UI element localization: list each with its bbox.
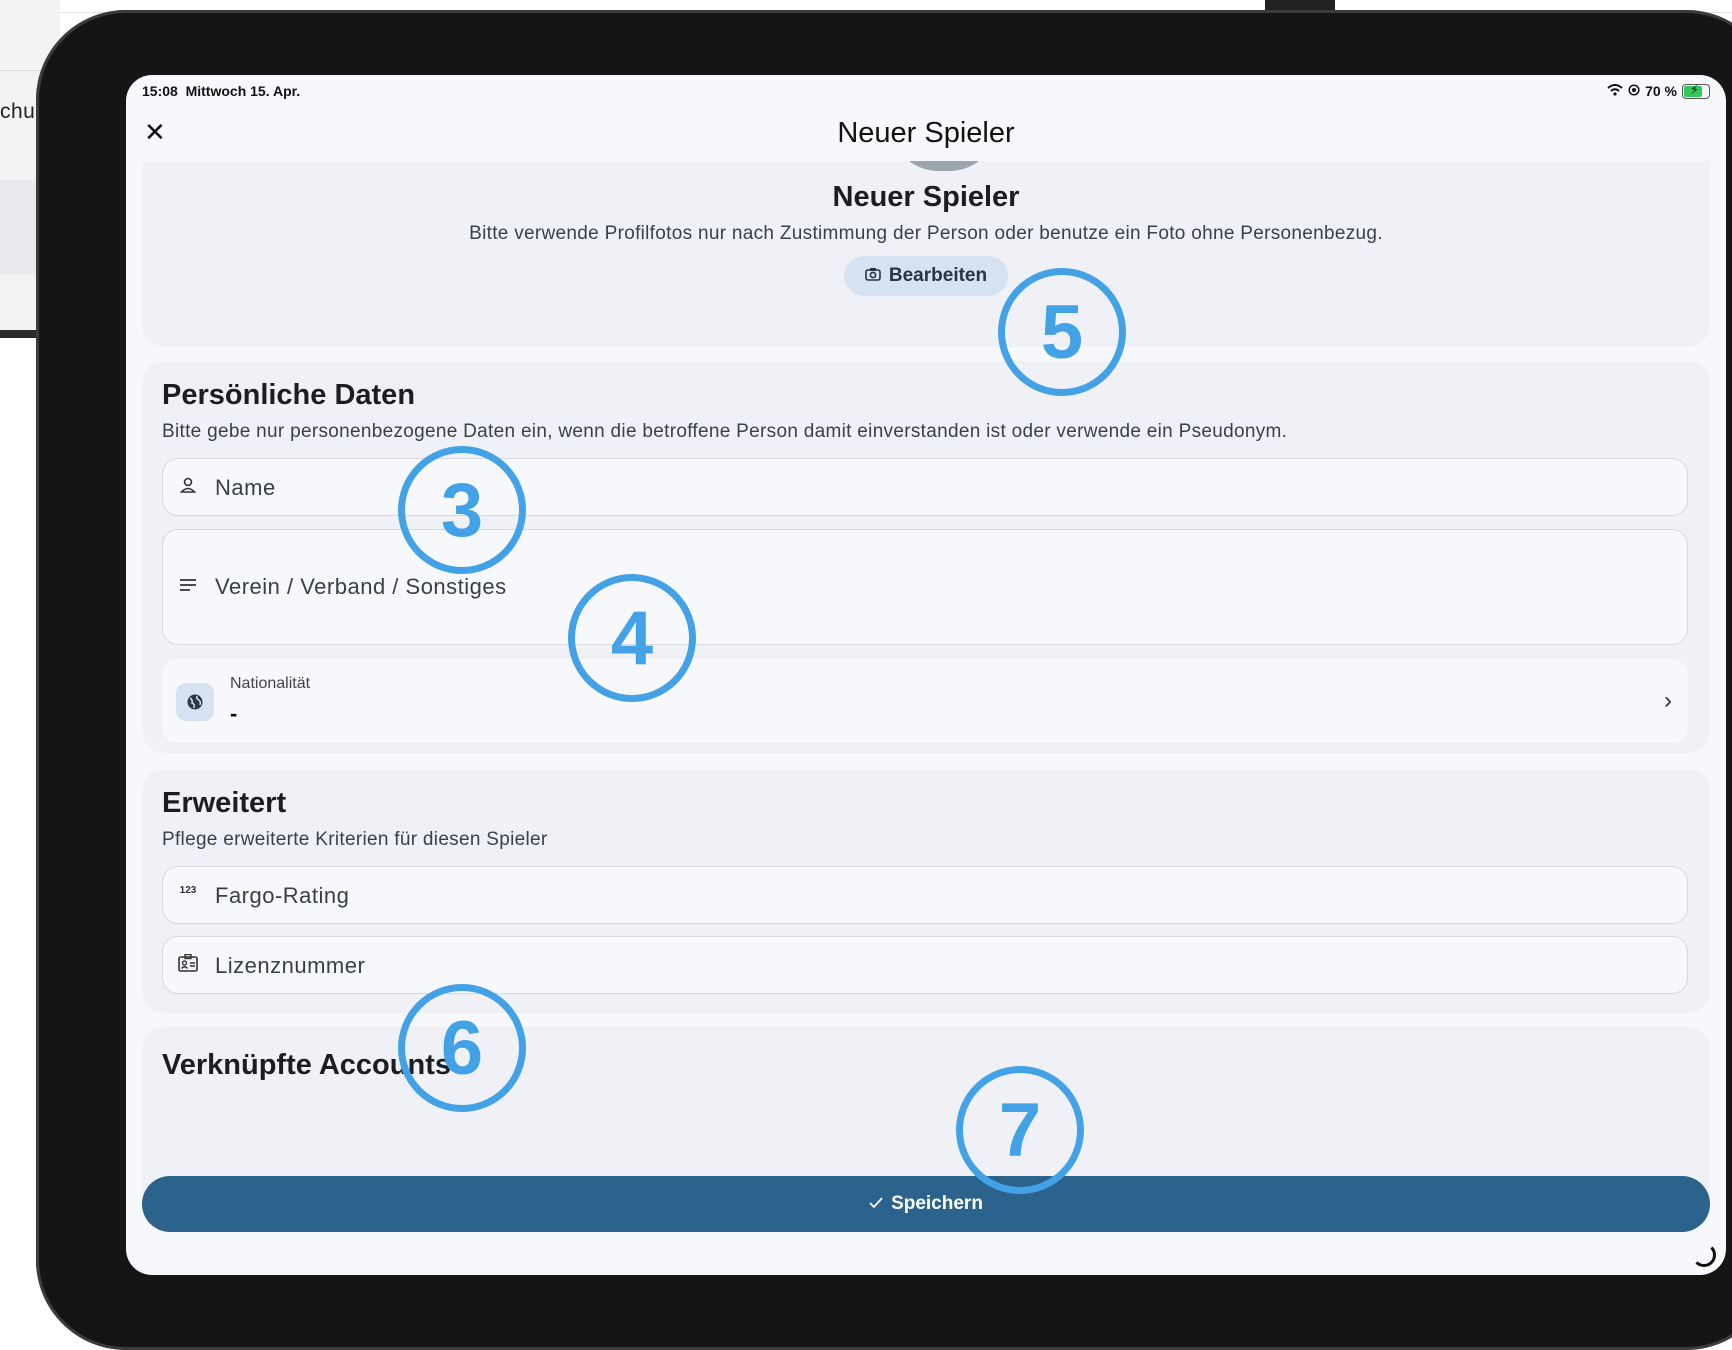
nationality-value: - xyxy=(230,701,238,726)
edit-photo-label: Bearbeiten xyxy=(888,265,988,286)
club-placeholder: Verein / Verband / Sonstiges xyxy=(215,574,507,599)
fargo-rating-field[interactable]: 123 Fargo-Rating xyxy=(162,866,1688,924)
background-window-text: chu xyxy=(0,100,36,123)
edit-photo-button[interactable]: Bearbeiten xyxy=(844,256,1008,296)
nationality-row[interactable]: Nationalität - › xyxy=(162,659,1688,743)
text-lines-icon xyxy=(177,576,199,597)
app-screen: 15:08 Mittwoch 15. Apr. 70 % ⚡ ✕ Neuer S… xyxy=(126,75,1726,1275)
tablet-device: 15:08 Mittwoch 15. Apr. 70 % ⚡ ✕ Neuer S… xyxy=(36,10,1732,1350)
battery-icon: ⚡ xyxy=(1682,82,1710,99)
battery-percent: 70 % xyxy=(1645,83,1677,99)
profile-card: Neuer Spieler Bitte verwende Profilfotos… xyxy=(142,161,1710,347)
id-badge-icon xyxy=(177,953,199,977)
personal-data-card: Persönliche Daten Bitte gebe nur persone… xyxy=(142,361,1710,753)
wifi-icon xyxy=(1607,83,1623,99)
name-placeholder: Name xyxy=(215,475,276,500)
numbers-icon: 123 xyxy=(179,885,197,896)
club-field[interactable]: Verein / Verband / Sonstiges xyxy=(162,529,1688,645)
status-time: 15:08 xyxy=(142,83,178,99)
annotation-marker-3: 3 xyxy=(398,446,526,574)
focus-icon xyxy=(1628,83,1640,99)
chevron-right-icon: › xyxy=(1664,687,1672,714)
license-number-field[interactable]: Lizenznummer xyxy=(162,936,1688,994)
license-number-placeholder: Lizenznummer xyxy=(215,953,366,978)
status-date: Mittwoch 15. Apr. xyxy=(185,83,301,99)
camera-icon xyxy=(865,265,881,287)
profile-photo-hint: Bitte verwende Profilfotos nur nach Zust… xyxy=(469,223,1383,244)
annotation-marker-4: 4 xyxy=(568,574,696,702)
avatar[interactable] xyxy=(889,161,999,171)
page-title: Neuer Spieler xyxy=(837,117,1015,149)
loading-indicator-icon xyxy=(1692,1243,1716,1267)
status-bar: 15:08 Mittwoch 15. Apr. 70 % ⚡ xyxy=(142,82,1710,105)
globe-icon xyxy=(176,683,214,721)
navigation-bar: ✕ Neuer Spieler xyxy=(126,105,1726,161)
section-title-personal: Persönliche Daten xyxy=(162,379,416,411)
annotation-marker-6: 6 xyxy=(398,984,526,1112)
annotation-marker-7: 7 xyxy=(956,1066,1084,1194)
scroll-content[interactable]: Neuer Spieler Bitte verwende Profilfotos… xyxy=(126,161,1726,1231)
fargo-rating-placeholder: Fargo-Rating xyxy=(215,883,350,908)
section-subtitle-extended: Pflege erweiterte Kriterien für diesen S… xyxy=(162,829,548,850)
checkmark-icon xyxy=(869,1193,883,1215)
section-title-extended: Erweitert xyxy=(162,787,287,819)
save-label: Speichern xyxy=(891,1193,983,1214)
nationality-label: Nationalität xyxy=(230,675,311,692)
status-indicators: 70 % ⚡ xyxy=(1607,82,1710,99)
profile-name: Neuer Spieler xyxy=(832,181,1020,213)
annotation-marker-5: 5 xyxy=(998,268,1126,396)
section-subtitle-personal: Bitte gebe nur personenbezogene Daten ei… xyxy=(162,421,1288,442)
status-datetime: 15:08 Mittwoch 15. Apr. xyxy=(142,83,300,99)
name-field[interactable]: Name xyxy=(162,458,1688,516)
extended-card: Erweitert Pflege erweiterte Kriterien fü… xyxy=(142,769,1710,1013)
save-button[interactable]: Speichern xyxy=(142,1176,1710,1232)
person-icon xyxy=(177,476,199,499)
